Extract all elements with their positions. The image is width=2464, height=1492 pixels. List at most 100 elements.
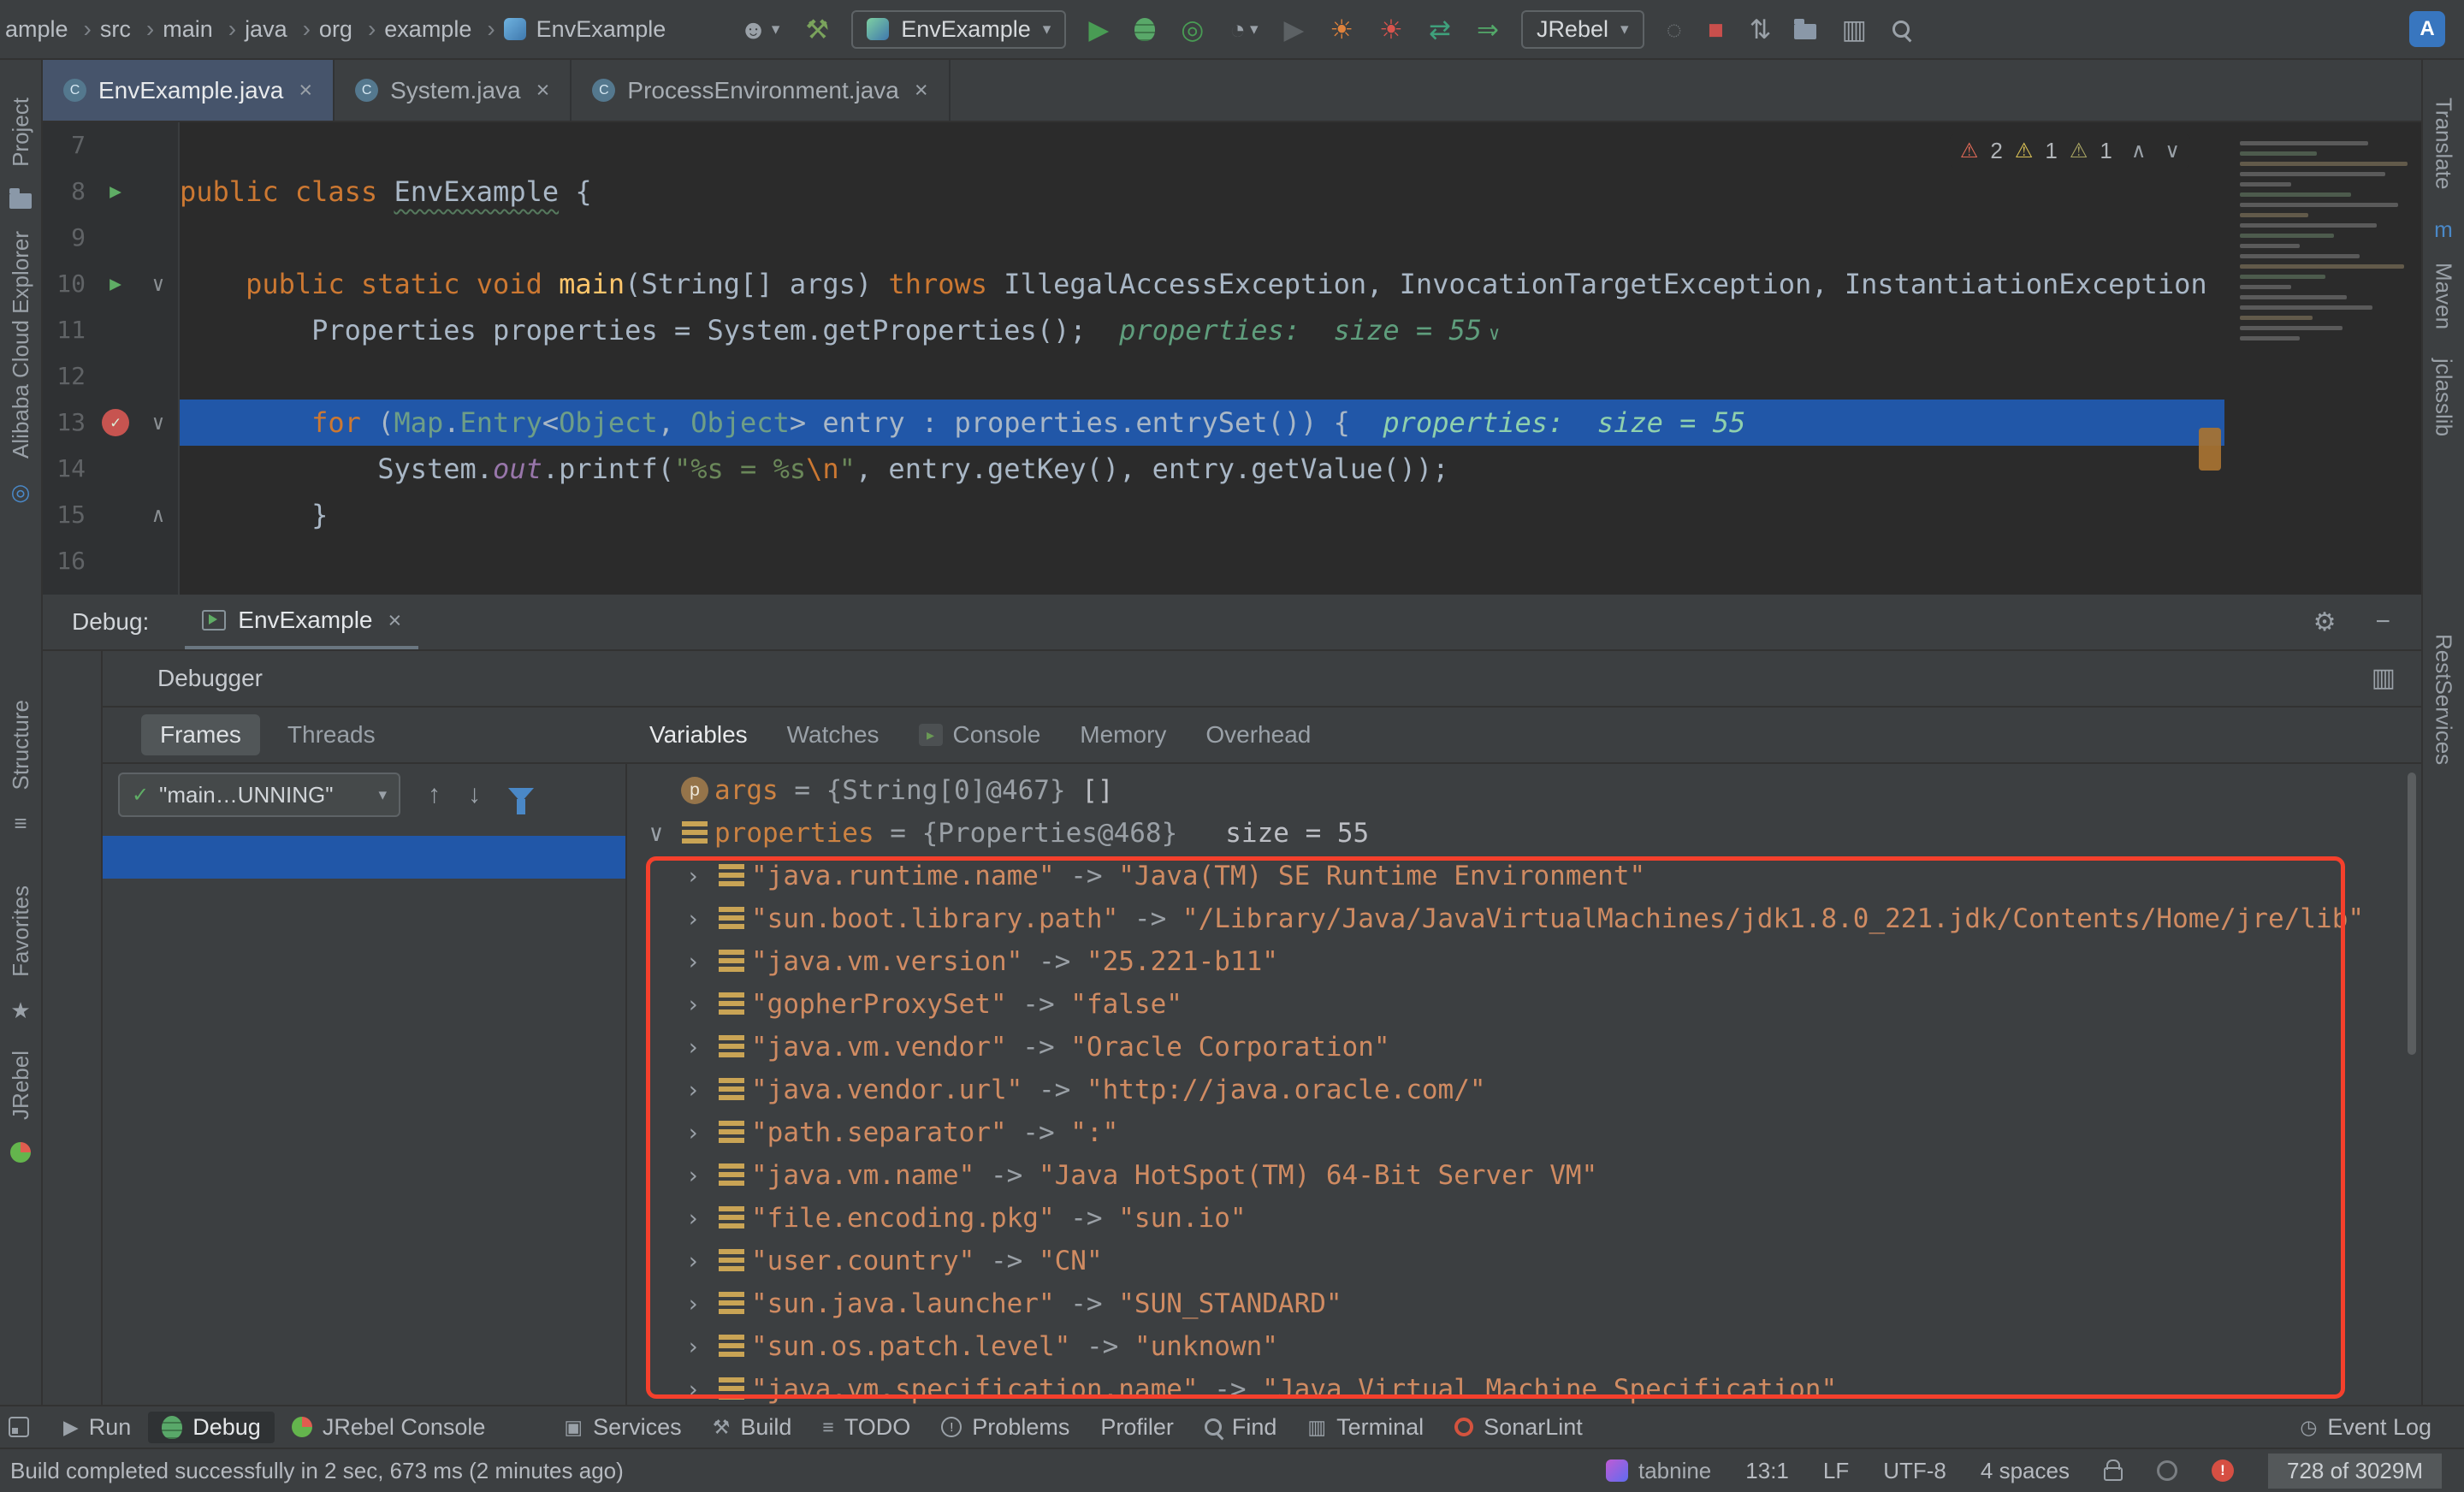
run-icon[interactable]: ▶	[1088, 16, 1109, 43]
tool-debug[interactable]: Debug	[148, 1412, 275, 1443]
tool-event-log[interactable]: ◷ Event Log	[2286, 1412, 2445, 1443]
variable-args-row[interactable]: p args = {String[0]@467} []	[627, 769, 2421, 812]
code-line[interactable]: 16	[43, 538, 2224, 584]
expand-icon[interactable]: ›	[674, 863, 712, 890]
user-menu-icon[interactable]: ☻ ▾	[739, 16, 779, 43]
property-entry-row[interactable]: › "gopherProxySet" -> "false"	[627, 983, 2421, 1026]
favorites-star-icon[interactable]: ★	[10, 999, 30, 1021]
tool-run[interactable]: ▶ Run	[50, 1412, 145, 1443]
expand-icon[interactable]: ›	[674, 1034, 712, 1061]
breadcrumb-org[interactable]: org ›	[319, 15, 381, 43]
breadcrumb-example-pkg[interactable]: example ›	[384, 15, 500, 43]
tab-overhead[interactable]: Overhead	[1205, 721, 1311, 749]
tab-threads[interactable]: Threads	[269, 714, 394, 755]
attach-icon[interactable]: ◌	[1667, 16, 1682, 43]
async-profiler-icon[interactable]: ☀	[1330, 16, 1353, 43]
property-entry-row[interactable]: › "java.vm.vendor" -> "Oracle Corporatio…	[627, 1026, 2421, 1069]
line-separator[interactable]: LF	[1823, 1458, 1849, 1484]
code-editor[interactable]: 78▶public class EnvExample {910▶∨ public…	[43, 122, 2421, 595]
property-entry-row[interactable]: › "java.vm.name" -> "Java HotSpot(TM) 64…	[627, 1154, 2421, 1197]
thread-selector[interactable]: ✓ "main…UNNING" ▾	[118, 773, 400, 817]
folder-icon[interactable]	[9, 189, 32, 209]
expand-icon[interactable]: ›	[674, 1120, 712, 1146]
property-entry-row[interactable]: › "java.vendor.url" -> "http://java.orac…	[627, 1069, 2421, 1111]
debug-session-tab[interactable]: EnvExample ×	[185, 595, 418, 649]
stripe-maven[interactable]: Maven	[2431, 263, 2457, 329]
coverage-icon[interactable]: ◎	[1181, 16, 1204, 43]
code-line[interactable]: 7	[43, 122, 2224, 169]
stop-icon[interactable]: ■	[1708, 16, 1724, 43]
search-icon[interactable]	[1892, 21, 1910, 38]
tabnine-widget[interactable]: tabnine	[1606, 1458, 1711, 1484]
breakpoint-icon[interactable]: ✓	[94, 400, 137, 446]
tool-services[interactable]: ▣ Services	[550, 1412, 695, 1443]
indent-style[interactable]: 4 spaces	[1981, 1458, 2070, 1484]
minimap[interactable]	[2226, 133, 2421, 595]
expand-icon[interactable]: ›	[674, 1077, 712, 1104]
breadcrumb-envexample[interactable]: EnvExample	[504, 16, 666, 43]
run-disabled-icon[interactable]: ▶	[1284, 16, 1305, 43]
close-icon[interactable]: ×	[299, 77, 312, 104]
tool-todo[interactable]: ≡ TODO	[808, 1412, 924, 1443]
tab-console[interactable]: ▸ Console	[919, 721, 1041, 749]
stripe-project[interactable]: Project	[8, 98, 34, 167]
code-line[interactable]: 8▶public class EnvExample {	[43, 169, 2224, 215]
stack-frame-row[interactable]: main:13, EnvExample (org.exam	[103, 836, 625, 879]
tab-system-java[interactable]: C System.java ×	[335, 60, 572, 121]
hotswap-icon[interactable]: ⇒	[1477, 16, 1499, 43]
expand-icon[interactable]: ›	[674, 906, 712, 932]
property-entry-row[interactable]: › "java.runtime.name" -> "Java(TM) SE Ru…	[627, 855, 2421, 897]
expand-icon[interactable]: ›	[674, 1291, 712, 1317]
next-issue-icon[interactable]: ∨	[2165, 139, 2180, 163]
property-entry-row[interactable]: › "sun.boot.library.path" -> "/Library/J…	[627, 897, 2421, 940]
inspections-widget[interactable]: ⚠ 2 ⚠ 1 ⚠ 1 ∧ ∨	[1950, 134, 2190, 168]
fatal-error-icon[interactable]: !	[2212, 1459, 2234, 1482]
code-line[interactable]: 9	[43, 215, 2224, 261]
property-entry-row[interactable]: › "sun.os.patch.level" -> "unknown"	[627, 1325, 2421, 1368]
property-entry-row[interactable]: › "sun.java.launcher" -> "SUN_STANDARD"	[627, 1282, 2421, 1325]
tool-window-switcher-icon[interactable]	[9, 1417, 29, 1437]
property-entry-row[interactable]: › "java.vm.specification.name" -> "Java …	[627, 1368, 2421, 1405]
tab-variables[interactable]: Variables	[649, 721, 748, 749]
tool-terminal[interactable]: ▥ Terminal	[1294, 1412, 1437, 1443]
property-entry-row[interactable]: › "file.encoding.pkg" -> "sun.io"	[627, 1197, 2421, 1240]
debug-icon[interactable]	[1134, 18, 1155, 41]
translate-icon[interactable]: A	[2409, 11, 2445, 47]
breadcrumb-src[interactable]: src ›	[100, 15, 159, 43]
prev-issue-icon[interactable]: ∧	[2131, 139, 2147, 163]
tab-frames[interactable]: Frames	[141, 714, 260, 755]
expand-icon[interactable]: ›	[674, 1205, 712, 1232]
alibaba-cloud-icon[interactable]: ◎	[11, 481, 31, 503]
stripe-translate[interactable]: Translate	[2431, 98, 2457, 189]
property-entry-row[interactable]: › "user.country" -> "CN"	[627, 1240, 2421, 1282]
run-line-icon[interactable]: ▶	[94, 169, 137, 215]
layout-settings-icon[interactable]: ▥	[2372, 666, 2396, 691]
code-line[interactable]: 17	[43, 584, 2224, 595]
code-line[interactable]: 10▶∨ public static void main(String[] ar…	[43, 261, 2224, 307]
close-icon[interactable]: ×	[536, 77, 550, 104]
tool-find[interactable]: Find	[1191, 1412, 1291, 1443]
structure-icon[interactable]: ≡	[14, 812, 27, 834]
filter-frames-icon[interactable]	[508, 788, 534, 802]
close-icon[interactable]: ×	[388, 607, 401, 634]
tool-problems[interactable]: ! Problems	[927, 1412, 1083, 1443]
tool-jrebel-console[interactable]: JRebel Console	[278, 1412, 500, 1443]
tab-processenvironment-java[interactable]: C ProcessEnvironment.java ×	[572, 60, 950, 121]
variable-properties-row[interactable]: ∨ properties = {Properties@468} size = 5…	[627, 812, 2421, 855]
breadcrumb-main[interactable]: main ›	[163, 15, 241, 43]
expand-icon[interactable]: ›	[674, 1377, 712, 1403]
expand-icon[interactable]: ›	[674, 1334, 712, 1360]
stripe-favorites[interactable]: Favorites	[8, 885, 34, 977]
jrebel-select[interactable]: JRebel ▾	[1521, 10, 1644, 49]
expand-icon[interactable]: ›	[674, 1248, 712, 1275]
unlock-icon[interactable]	[2104, 1467, 2123, 1481]
flame-graph-icon[interactable]: ☀	[1379, 16, 1403, 43]
stripe-restservices[interactable]: RestServices	[2431, 634, 2457, 765]
expand-icon[interactable]: ›	[674, 1163, 712, 1189]
maven-icon[interactable]: m	[2434, 218, 2453, 240]
status-message[interactable]: Build completed successfully in 2 sec, 6…	[10, 1458, 624, 1484]
tab-memory[interactable]: Memory	[1080, 721, 1166, 749]
breadcrumb-example[interactable]: ample ›	[5, 15, 97, 43]
tool-sonarlint[interactable]: SonarLint	[1441, 1412, 1596, 1443]
code-line[interactable]: 12	[43, 353, 2224, 400]
